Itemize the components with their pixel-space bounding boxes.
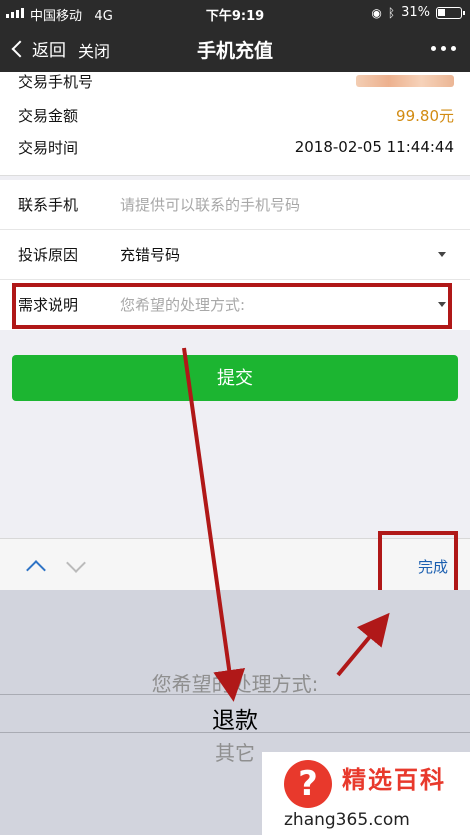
nav-bar: 返回 关闭 手机充值: [0, 26, 470, 72]
more-icon[interactable]: [431, 46, 456, 51]
contact-row: 联系手机 请提供可以联系的手机号码: [0, 180, 470, 230]
phone-row: 交易手机号: [18, 68, 454, 94]
picker-option[interactable]: 您希望的处理方式:: [0, 668, 470, 697]
watermark-url: zhang365.com: [284, 810, 410, 830]
annotation-highlight-desc: [12, 283, 452, 329]
contact-input[interactable]: 请提供可以联系的手机号码: [120, 194, 300, 215]
watermark-title: 精选百科: [342, 766, 446, 794]
phone-label: 交易手机号: [18, 72, 94, 91]
chevron-up-icon[interactable]: [26, 560, 46, 580]
transaction-card: 交易手机号 交易金额 99.80元 交易时间 2018-02-05 11:44:…: [0, 72, 470, 176]
amount-value: 99.80元: [396, 106, 454, 125]
lock-rotation-icon: ◉: [371, 5, 382, 20]
picker-option-selected[interactable]: 退款: [0, 701, 470, 735]
dropdown-caret-icon: [438, 252, 446, 257]
bluetooth-icon: ᛒ: [387, 5, 396, 20]
amount-row: 交易金额 99.80元: [18, 102, 454, 128]
watermark: ? 精选百科 zhang365.com: [262, 752, 470, 835]
page-title: 手机充值: [196, 40, 273, 62]
battery-icon: [436, 6, 465, 19]
chevron-down-icon[interactable]: [66, 553, 86, 573]
reason-label: 投诉原因: [18, 246, 79, 264]
annotation-highlight-done: [378, 531, 458, 594]
phone-value-redacted: [356, 75, 454, 87]
reason-row[interactable]: 投诉原因 充错号码: [0, 230, 470, 280]
question-logo-icon: ?: [284, 760, 332, 808]
contact-label: 联系手机: [18, 196, 79, 214]
picker-divider: [0, 732, 470, 733]
submit-button[interactable]: 提交: [12, 355, 458, 401]
amount-label: 交易金额: [18, 106, 79, 125]
picker-divider: [0, 694, 470, 695]
time-row: 交易时间 2018-02-05 11:44:44: [18, 134, 454, 160]
status-right: ◉ ᛒ 31%: [371, 5, 465, 20]
status-bar: 中国移动 4G 下午9:19 ◉ ᛒ 31%: [0, 0, 470, 26]
time-value: 2018-02-05 11:44:44: [294, 138, 454, 156]
battery-percent: 31%: [401, 5, 430, 20]
time-label: 交易时间: [18, 138, 79, 157]
reason-select[interactable]: 充错号码: [120, 244, 180, 265]
